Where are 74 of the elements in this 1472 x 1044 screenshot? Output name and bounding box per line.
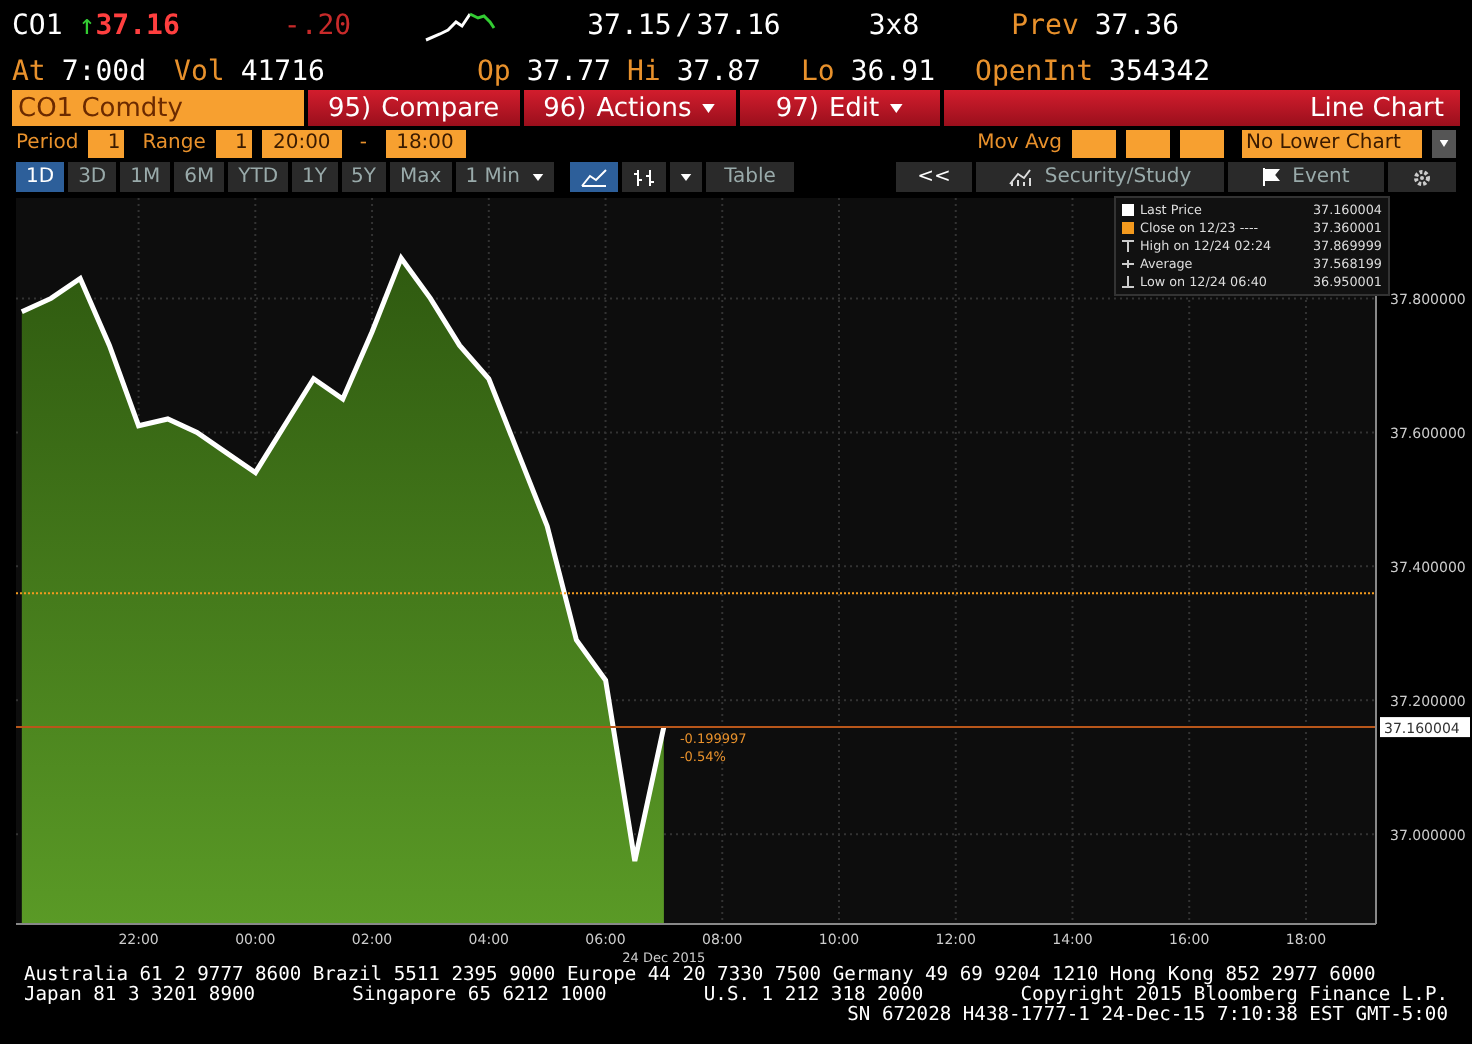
ticker: CO1 [12,10,63,42]
caret-icon [889,103,904,113]
flag-icon [1262,168,1281,186]
menu-button[interactable]: 96) Actions [523,90,736,126]
moving-average-field[interactable] [1180,129,1224,157]
range-dash: - [359,132,367,154]
line-chart-icon [580,167,608,187]
period-field[interactable]: 1 [88,129,125,157]
period-label: Period [16,132,79,154]
range-label: Range [142,132,206,154]
chart-type-dropdown[interactable] [670,162,702,192]
tick-arrow: ↑ [78,10,96,42]
contact-text: U.S. 1 212 318 2000 [703,986,924,1006]
range-tab[interactable]: 1D [16,162,65,192]
quote-value: 41716 [240,55,325,87]
sparkline-icon [423,10,500,42]
contact-text: SN 672028 H438-1777-1 24-Dec-15 7:10:38 EST GMT-5:00 [847,1006,1448,1026]
range-tab[interactable]: YTD [228,162,289,192]
end-time-field[interactable]: 18:00 [385,129,465,157]
contact-text: Australia 61 2 9777 8600 Brazil 5511 2395 9000 Europe 44 20 7330 7500 Germany 49 69 9204 1210 Hong Kong 852 2977 6000 [24,966,1376,986]
range-field[interactable]: 1 [215,129,252,157]
table-button[interactable]: Table [706,162,794,192]
quote-label: Op [476,55,511,87]
quote-value: 37.77 [526,55,611,87]
quote-label: OpenInt [975,55,1094,87]
range-tab[interactable]: 1Y [292,162,338,192]
bar-chart-icon [632,167,656,187]
caret-icon [701,103,716,113]
settings-icon [1412,167,1432,187]
price-separator: / [675,10,693,42]
quote-label: Vol [174,55,225,87]
range-tab[interactable]: Max [390,162,452,192]
low-marker-icon [1122,276,1134,288]
menu-button[interactable]: 95) Compare [308,90,520,126]
security-field[interactable]: CO1 Comdty [12,90,304,126]
high-marker-icon [1122,240,1134,252]
range-tab[interactable]: 3D [68,162,117,192]
quote-label: Hi [626,55,661,87]
quote-label: At [12,55,46,87]
quote-value: 36.91 [850,55,936,87]
start-time-field[interactable]: 20:00 [261,129,342,157]
interval-dropdown[interactable]: 1 Min [455,162,554,192]
menu-button[interactable]: 97) Edit [739,90,940,126]
contact-text: Copyright 2015 Bloomberg Finance L.P. [1020,986,1448,1006]
quote-value: 37.87 [676,55,761,87]
range-tab[interactable]: 6M [174,162,225,192]
contact-text: Japan 81 3 3201 8900 [24,986,256,1006]
study-icon [1008,168,1033,186]
range-tab[interactable]: 5Y [341,162,387,192]
moving-average-field[interactable] [1126,129,1170,157]
ask-price: 37.16 [696,10,781,42]
quote-label: Lo [801,55,835,87]
moving-average-field[interactable] [1072,129,1116,157]
chart-type-button[interactable] [622,162,666,192]
last-price: 37.16 [95,10,180,42]
bid-ask-size: 3x8 [868,10,920,42]
quote-value: 7:00d [61,55,147,87]
range-tab[interactable]: 1M [120,162,171,192]
net-change: -.20 [283,10,352,42]
quote-value: 354342 [1109,55,1211,87]
lower-chart-field[interactable]: No Lower Chart [1242,129,1422,157]
security-study-button[interactable]: Security/Study [976,162,1224,192]
dropdown-button[interactable] [1432,129,1456,157]
event-button[interactable]: Event [1228,162,1384,192]
chart-type-button[interactable] [570,162,618,192]
collapse-button[interactable]: << [896,162,972,192]
chart-type-title: Line Chart [1310,93,1444,123]
contact-text: Singapore 65 6212 1000 [352,986,607,1006]
moving-average-label: Mov Avg [977,132,1062,154]
settings-button[interactable] [1388,162,1456,192]
prev-value: 37.36 [1094,10,1180,42]
bid-price: 37.15 [587,10,672,42]
average-marker-icon [1122,258,1134,270]
prev-label: Prev [1011,10,1079,42]
